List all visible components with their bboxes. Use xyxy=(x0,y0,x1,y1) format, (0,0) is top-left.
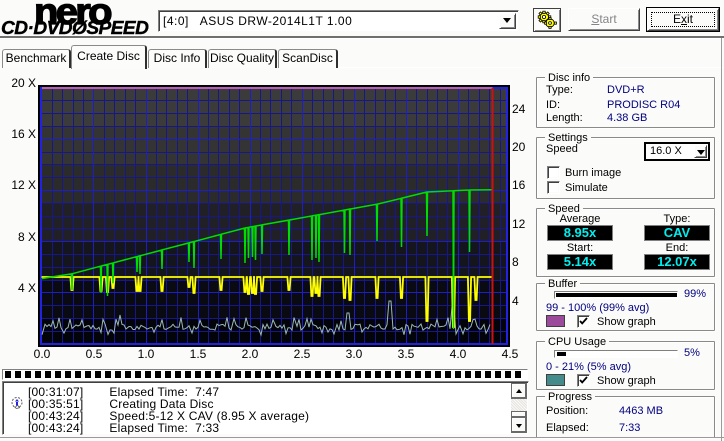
svg-text:24: 24 xyxy=(512,102,526,116)
svg-text:12: 12 xyxy=(512,217,526,231)
svg-text:4.0: 4.0 xyxy=(450,347,467,361)
svg-text:4: 4 xyxy=(512,294,519,308)
svg-text:4.5: 4.5 xyxy=(502,347,519,361)
svg-text:1.5: 1.5 xyxy=(190,347,207,361)
svg-text:3.0: 3.0 xyxy=(346,347,363,361)
svg-text:2.0: 2.0 xyxy=(242,347,259,361)
svg-text:4 X: 4 X xyxy=(18,281,36,295)
svg-text:0.5: 0.5 xyxy=(86,347,103,361)
svg-text:8: 8 xyxy=(512,255,519,269)
svg-text:16 X: 16 X xyxy=(11,127,36,141)
svg-text:20 X: 20 X xyxy=(11,76,36,90)
svg-text:2.5: 2.5 xyxy=(294,347,311,361)
svg-text:12 X: 12 X xyxy=(11,178,36,192)
svg-text:8 X: 8 X xyxy=(18,230,36,244)
svg-text:20: 20 xyxy=(512,140,526,154)
svg-text:1.0: 1.0 xyxy=(138,347,155,361)
svg-text:0.0: 0.0 xyxy=(34,347,51,361)
svg-text:16: 16 xyxy=(512,178,526,192)
svg-text:3.5: 3.5 xyxy=(398,347,415,361)
